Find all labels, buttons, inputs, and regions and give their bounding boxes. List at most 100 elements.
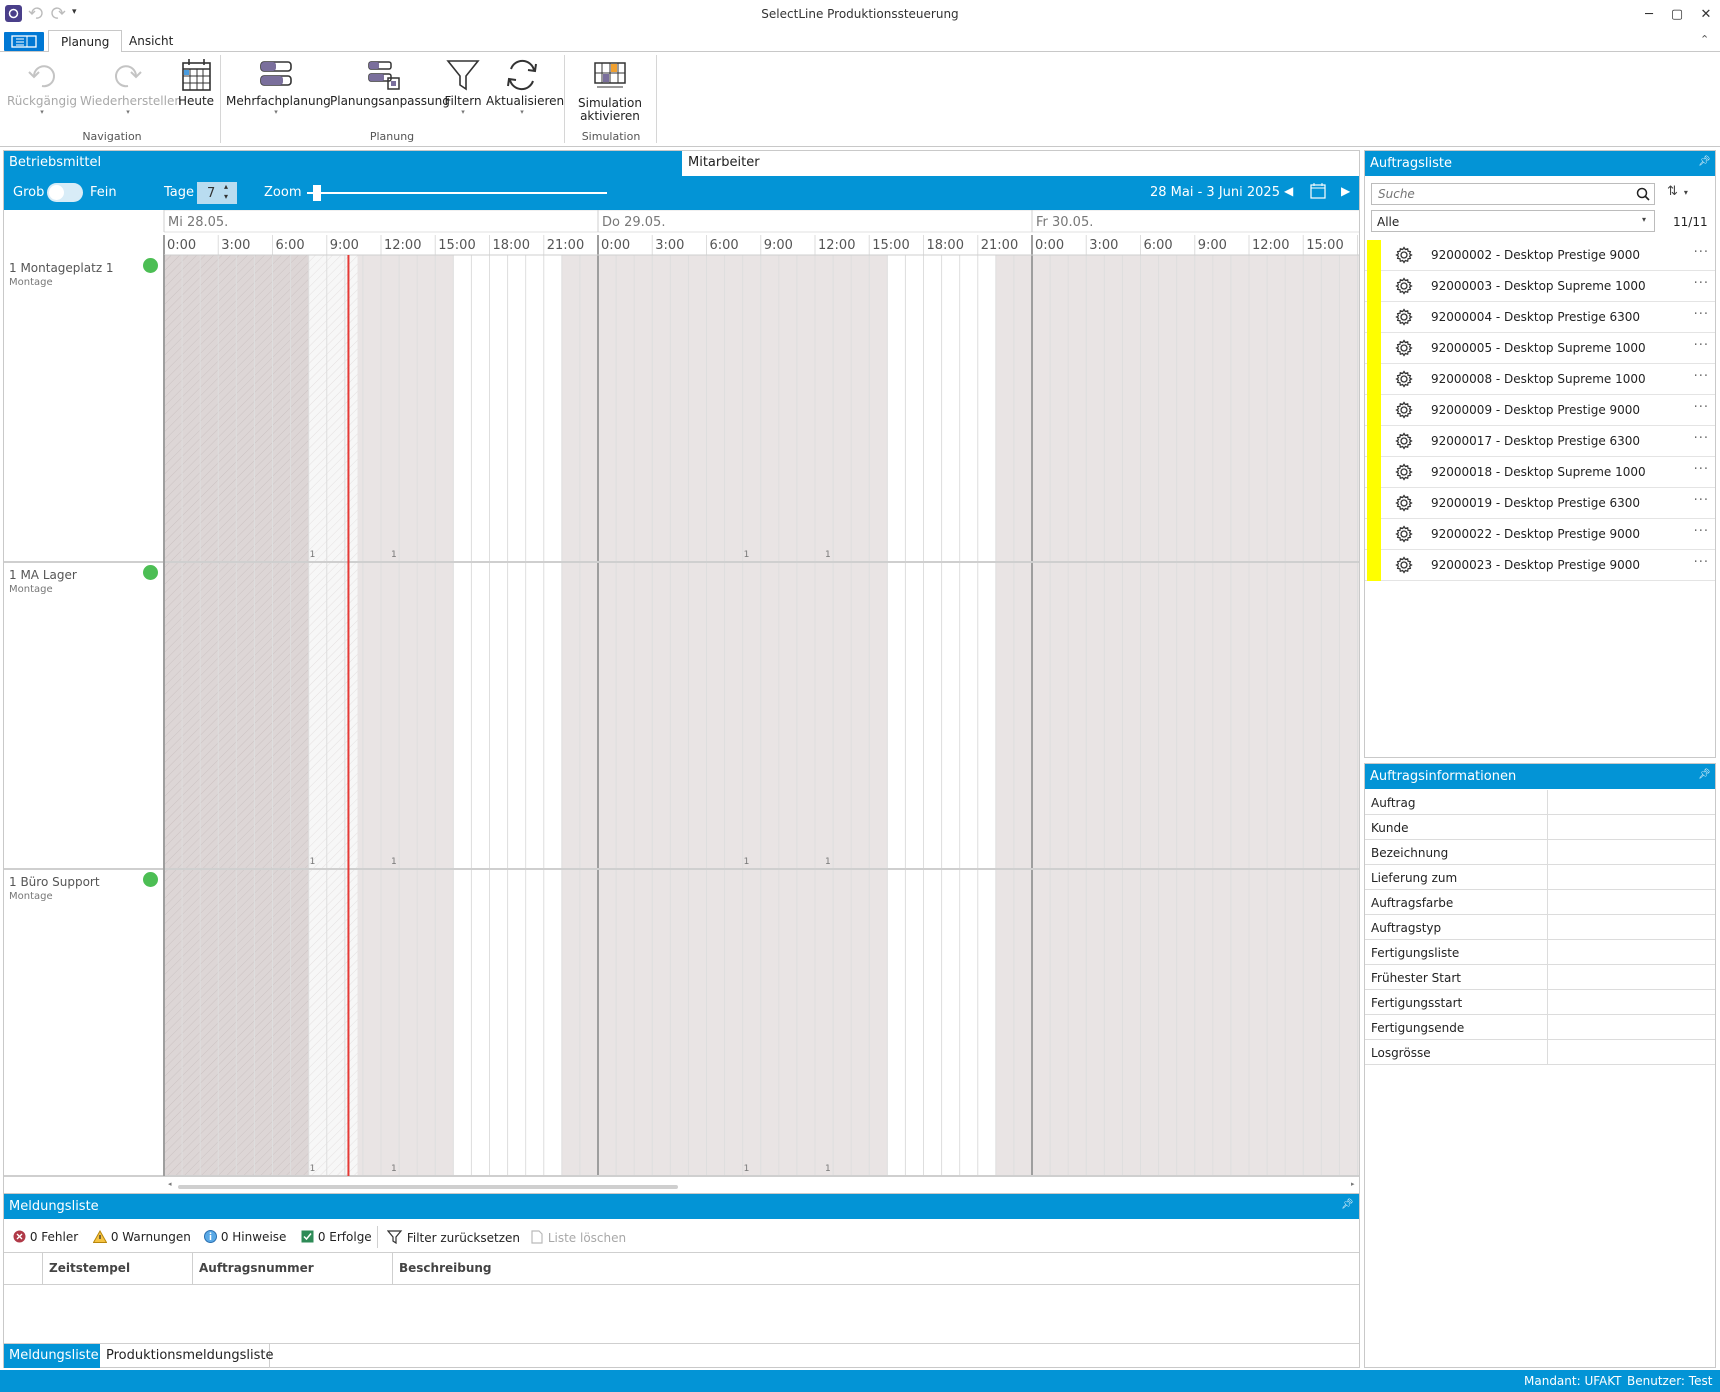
- info-field-label: Fertigungsende: [1371, 1021, 1465, 1035]
- tab-planung[interactable]: Planung: [48, 30, 123, 53]
- resource-name[interactable]: 1 Montageplatz 1: [9, 261, 114, 275]
- tab-mitarbeiter[interactable]: Mitarbeiter: [682, 151, 1359, 176]
- more-options-icon[interactable]: ···: [1694, 369, 1709, 384]
- filter-reset-icon: [386, 1230, 403, 1245]
- pin-icon[interactable]: 📌︎: [1698, 769, 1711, 780]
- ribbon-pin-icon[interactable]: ⌃: [1700, 33, 1709, 46]
- toolbar-separator: [377, 1226, 378, 1248]
- hour-label: 9:00: [330, 238, 359, 253]
- auftragsinfo-title: Auftragsinformationen: [1370, 769, 1517, 784]
- warnungen-filter[interactable]: 0 Warnungen: [92, 1229, 191, 1244]
- tab-produktionsmeldungsliste[interactable]: Produktionsmeldungsliste: [100, 1344, 273, 1368]
- pin-icon[interactable]: 📌︎: [1341, 1199, 1354, 1210]
- hinweise-filter[interactable]: 0 Hinweise: [204, 1230, 286, 1244]
- order-color-bar: [1367, 488, 1381, 519]
- grob-label: Grob: [13, 185, 45, 200]
- bottom-tabs: Meldungsliste Produktionsmeldungsliste: [4, 1343, 1359, 1368]
- col-beschreibung[interactable]: Beschreibung: [393, 1253, 1359, 1284]
- minimize-button[interactable]: ─: [1638, 4, 1660, 26]
- prev-period-icon[interactable]: ◀: [1284, 184, 1293, 198]
- more-options-icon[interactable]: ···: [1694, 524, 1709, 539]
- more-options-icon[interactable]: ···: [1694, 493, 1709, 508]
- simulation-button[interactable]: Simulation aktivieren: [570, 56, 650, 122]
- close-button[interactable]: ✕: [1695, 4, 1717, 26]
- planning-adjust-button[interactable]: Planungsanpassung: [330, 56, 450, 108]
- order-list-item[interactable]: 92000019 - Desktop Prestige 6300 ···: [1365, 488, 1715, 519]
- search-icon[interactable]: [1636, 187, 1650, 201]
- pin-icon[interactable]: 📌︎: [1698, 156, 1711, 167]
- undo-label: Rückgängig: [6, 94, 78, 108]
- resource-name[interactable]: 1 Büro Support: [9, 875, 100, 889]
- col-auftragsnummer[interactable]: Auftragsnummer: [193, 1253, 393, 1284]
- clear-list-button[interactable]: Liste löschen: [530, 1230, 626, 1245]
- order-search-input[interactable]: [1372, 184, 1622, 204]
- stepper-up-icon[interactable]: ▴: [224, 182, 228, 191]
- tab-betriebsmittel[interactable]: Betriebsmittel: [4, 151, 682, 176]
- undo-button[interactable]: Rückgängig ▾: [6, 56, 78, 116]
- hour-label: 12:00: [818, 238, 855, 253]
- more-options-icon[interactable]: ···: [1694, 307, 1709, 322]
- zoom-slider-thumb[interactable]: [312, 185, 321, 201]
- erfolge-label: 0 Erfolge: [317, 1230, 372, 1244]
- simulation-icon: [594, 62, 626, 88]
- order-list-item[interactable]: 92000008 - Desktop Supreme 1000 ···: [1365, 364, 1715, 395]
- file-menu-button[interactable]: [4, 32, 44, 51]
- more-options-icon[interactable]: ···: [1694, 555, 1709, 570]
- capacity-marker: 1: [744, 857, 750, 867]
- order-label: 92000008 - Desktop Supreme 1000: [1431, 372, 1646, 386]
- message-table-header: Zeitstempel Auftragsnummer Beschreibung: [4, 1252, 1359, 1285]
- col-zeitstempel[interactable]: Zeitstempel: [43, 1253, 193, 1284]
- filter-button[interactable]: Filtern ▾: [440, 56, 486, 116]
- scroll-thumb[interactable]: [178, 1185, 678, 1189]
- order-list-item[interactable]: 92000017 - Desktop Prestige 6300 ···: [1365, 426, 1715, 457]
- order-color-bar: [1367, 271, 1381, 302]
- redo-button[interactable]: Wiederherstellen ▾: [80, 56, 182, 116]
- tab-meldungsliste[interactable]: Meldungsliste: [4, 1344, 100, 1368]
- info-field-value: [1547, 915, 1715, 940]
- order-list-item[interactable]: 92000022 - Desktop Prestige 9000 ···: [1365, 519, 1715, 550]
- order-list-item[interactable]: 92000009 - Desktop Prestige 9000 ···: [1365, 395, 1715, 426]
- stepper-down-icon[interactable]: ▾: [224, 192, 228, 201]
- window-title: SelectLine Produktionssteuerung: [761, 7, 959, 21]
- more-options-icon[interactable]: ···: [1694, 245, 1709, 260]
- horizontal-scrollbar[interactable]: ◂ ▸: [168, 1180, 1360, 1192]
- today-button[interactable]: Heute: [176, 56, 216, 108]
- order-list-item[interactable]: 92000018 - Desktop Supreme 1000 ···: [1365, 457, 1715, 488]
- hour-label: 3:00: [221, 238, 250, 253]
- grob-fein-toggle[interactable]: [47, 183, 83, 202]
- order-list-item[interactable]: 92000003 - Desktop Supreme 1000 ···: [1365, 271, 1715, 302]
- more-options-icon[interactable]: ···: [1694, 431, 1709, 446]
- info-field-value: [1547, 965, 1715, 990]
- zoom-slider[interactable]: [307, 185, 607, 201]
- more-options-icon[interactable]: ···: [1694, 462, 1709, 477]
- tab-betriebsmittel-label: Betriebsmittel: [9, 155, 102, 170]
- toggle-knob: [49, 185, 64, 200]
- fehler-filter[interactable]: 0 Fehler: [13, 1230, 78, 1244]
- order-list-item[interactable]: 92000005 - Desktop Supreme 1000 ···: [1365, 333, 1715, 364]
- ribbon-separator: [220, 55, 221, 143]
- resource-name[interactable]: 1 MA Lager: [9, 568, 77, 582]
- info-row: Auftragstyp: [1365, 915, 1715, 940]
- refresh-button[interactable]: Aktualisieren ▾: [486, 56, 564, 116]
- capacity-marker: 1: [391, 1164, 397, 1174]
- erfolge-filter[interactable]: 0 Erfolge: [301, 1230, 372, 1244]
- tab-ansicht[interactable]: Ansicht: [117, 30, 185, 53]
- order-list-item[interactable]: 92000002 - Desktop Prestige 9000 ···: [1365, 240, 1715, 271]
- scroll-left-icon[interactable]: ◂: [168, 1180, 172, 1188]
- more-options-icon[interactable]: ···: [1694, 400, 1709, 415]
- order-filter-value: Alle: [1377, 215, 1400, 229]
- multi-planning-button[interactable]: Mehrfachplanung ▾: [226, 56, 331, 116]
- filter-reset-button[interactable]: Filter zurücksetzen: [386, 1230, 520, 1245]
- scroll-right-icon[interactable]: ▸: [1351, 1180, 1355, 1188]
- more-options-icon[interactable]: ···: [1694, 338, 1709, 353]
- more-options-icon[interactable]: ···: [1694, 276, 1709, 291]
- sort-icon[interactable]: ⇅ ▾: [1667, 184, 1688, 199]
- maximize-button[interactable]: ▢: [1666, 4, 1688, 26]
- date-picker-icon[interactable]: [1310, 183, 1326, 199]
- order-color-bar: [1367, 550, 1381, 581]
- order-filter-select[interactable]: Alle ▾: [1371, 210, 1655, 232]
- order-list-item[interactable]: 92000004 - Desktop Prestige 6300 ···: [1365, 302, 1715, 333]
- next-period-icon[interactable]: ▶: [1341, 184, 1350, 198]
- order-list-item[interactable]: 92000023 - Desktop Prestige 9000 ···: [1365, 550, 1715, 581]
- tage-stepper[interactable]: 7 ▴ ▾: [197, 182, 237, 204]
